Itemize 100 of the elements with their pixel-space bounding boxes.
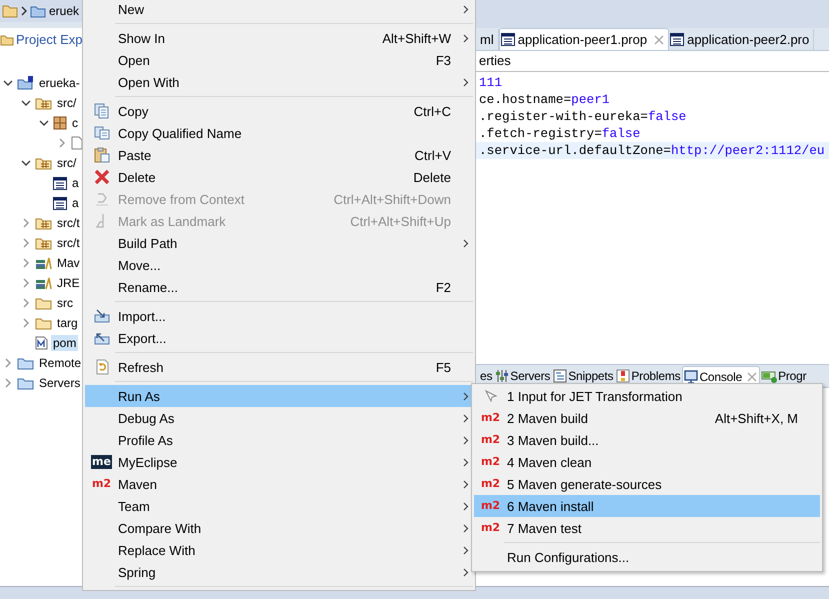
tree-item[interactable]: targ — [55, 315, 80, 331]
menu-item[interactable]: Team — [85, 495, 473, 517]
collapsed-chevron-icon[interactable] — [3, 358, 13, 368]
menu-item[interactable]: Run As — [85, 385, 473, 407]
menu-item[interactable]: Spring — [85, 561, 473, 583]
tree-item[interactable]: Mav — [55, 255, 82, 271]
clipboard-icon — [94, 147, 110, 163]
collapsed-chevron-icon[interactable] — [21, 258, 31, 268]
close-icon[interactable] — [747, 372, 758, 382]
code-line: 111 — [478, 74, 504, 91]
tree-item[interactable]: a — [70, 175, 81, 191]
folder-icon — [2, 4, 18, 18]
tree-item[interactable]: src/ — [55, 155, 78, 171]
tree-item[interactable]: a — [70, 195, 81, 211]
menu-item[interactable]: Paste Ctrl+V — [85, 144, 473, 166]
tree-item[interactable]: src/t — [55, 215, 82, 231]
menu-item[interactable]: Export... — [85, 327, 473, 349]
list-file-icon — [53, 196, 67, 210]
folder-icon — [0, 32, 14, 46]
tree-item[interactable]: Remote — [37, 355, 84, 371]
badge-icon: me — [91, 455, 112, 469]
tree-item[interactable]: c — [70, 115, 80, 131]
menu-item[interactable]: Replace With — [85, 539, 473, 561]
tree-item[interactable]: pom — [51, 335, 78, 351]
list-file-icon — [500, 33, 515, 46]
expanded-chevron-icon[interactable] — [3, 78, 13, 88]
menu-item[interactable]: m2 3 Maven build... — [474, 429, 820, 451]
collapsed-chevron-icon[interactable] — [3, 378, 13, 388]
expanded-chevron-icon[interactable] — [21, 158, 31, 168]
menu-item[interactable]: Open With — [85, 71, 473, 93]
servers-icon — [495, 369, 510, 383]
tree-item[interactable]: Servers — [37, 375, 82, 391]
badge-icon: m2 — [480, 411, 502, 425]
menu-item[interactable]: me MyEclipse — [85, 451, 473, 473]
folder-icon — [35, 316, 52, 330]
menu-item[interactable]: m2 Maven — [85, 473, 473, 495]
menu-item[interactable]: Copy Qualified Name — [85, 122, 473, 144]
warning-list-icon — [616, 369, 630, 383]
collapsed-chevron-icon[interactable] — [21, 318, 31, 328]
badge-icon: m2 — [90, 477, 112, 491]
pointer-icon — [484, 389, 498, 403]
badge-icon: m2 — [480, 521, 502, 535]
code-line: .register-with-eureka=false — [478, 108, 688, 125]
menu-item[interactable]: Show In Alt+Shift+W — [85, 27, 473, 49]
menu-item[interactable]: Build Path — [85, 232, 473, 254]
expanded-chevron-icon[interactable] — [21, 98, 31, 108]
expanded-chevron-icon[interactable] — [39, 118, 49, 128]
menu-item[interactable]: Import... — [85, 305, 473, 327]
menu-item[interactable]: Profile As — [85, 429, 473, 451]
collapsed-chevron-icon[interactable] — [21, 278, 31, 288]
faded-icon — [94, 191, 110, 207]
source-folder-icon — [35, 96, 52, 110]
menu-item[interactable]: m2 4 Maven clean — [474, 451, 820, 473]
menu-item[interactable]: 1 Input for JET Transformation — [474, 385, 820, 407]
menu-item[interactable]: Refresh F5 — [85, 356, 473, 378]
editor-tab[interactable]: application-peer1.prop — [498, 28, 670, 50]
panel-tab[interactable]: Problems — [615, 366, 682, 386]
menu-item[interactable]: Copy Ctrl+C — [85, 100, 473, 122]
project-icon — [17, 76, 34, 90]
tree-item[interactable]: src — [55, 295, 75, 311]
close-icon[interactable] — [654, 34, 664, 44]
progress-icon — [761, 369, 778, 383]
menu-item[interactable]: Rename... F2 — [85, 276, 473, 298]
tree-item[interactable]: src/t — [55, 235, 82, 251]
tree-item[interactable]: src/ — [55, 95, 78, 111]
menu-item[interactable]: Open F3 — [85, 49, 473, 71]
collapsed-chevron-icon[interactable] — [21, 218, 31, 228]
menu-item[interactable]: m2 5 Maven generate-sources — [474, 473, 820, 495]
panel-tab[interactable]: Progr — [760, 366, 808, 386]
m-file-icon — [35, 336, 48, 350]
breadcrumb-item[interactable]: eruek — [49, 4, 80, 18]
panel-tab[interactable]: Snippets — [552, 366, 616, 386]
code-line: ce.hostname=peer1 — [478, 91, 611, 108]
menu-item[interactable]: Move... — [85, 254, 473, 276]
collapsed-chevron-icon[interactable] — [57, 138, 67, 148]
tree-item[interactable]: erueka- — [37, 75, 82, 91]
collapsed-chevron-icon[interactable] — [21, 298, 31, 308]
project-icon — [30, 4, 46, 18]
editor-tab[interactable]: application-peer2.pro — [669, 29, 814, 50]
menu-item[interactable]: Run Configurations... — [474, 546, 820, 568]
menu-item[interactable]: Compare With — [85, 517, 473, 539]
menu-item[interactable]: m2 7 Maven test — [474, 517, 820, 539]
tree-item[interactable]: JRE — [55, 275, 82, 291]
menu-item[interactable]: m2 6 Maven install — [474, 495, 820, 517]
copy-icon — [94, 125, 110, 141]
badge-icon: m2 — [480, 477, 502, 491]
menu-item[interactable]: New — [85, 0, 473, 20]
source-folder-icon — [35, 216, 52, 230]
badge-icon: m2 — [480, 499, 502, 513]
collapsed-chevron-icon[interactable] — [21, 238, 31, 248]
menu-item[interactable]: m2 2 Maven build Alt+Shift+X, M — [474, 407, 820, 429]
books-icon — [35, 256, 52, 270]
panel-tab[interactable]: Servers — [494, 366, 552, 386]
menu-item[interactable]: Delete Delete — [85, 166, 473, 188]
panel-tab[interactable]: es — [479, 366, 494, 386]
source-folder-icon — [35, 236, 52, 250]
source-folder-icon — [35, 156, 52, 170]
monitor-icon — [684, 370, 698, 384]
badge-icon: m2 — [480, 455, 502, 469]
menu-item[interactable]: Debug As — [85, 407, 473, 429]
